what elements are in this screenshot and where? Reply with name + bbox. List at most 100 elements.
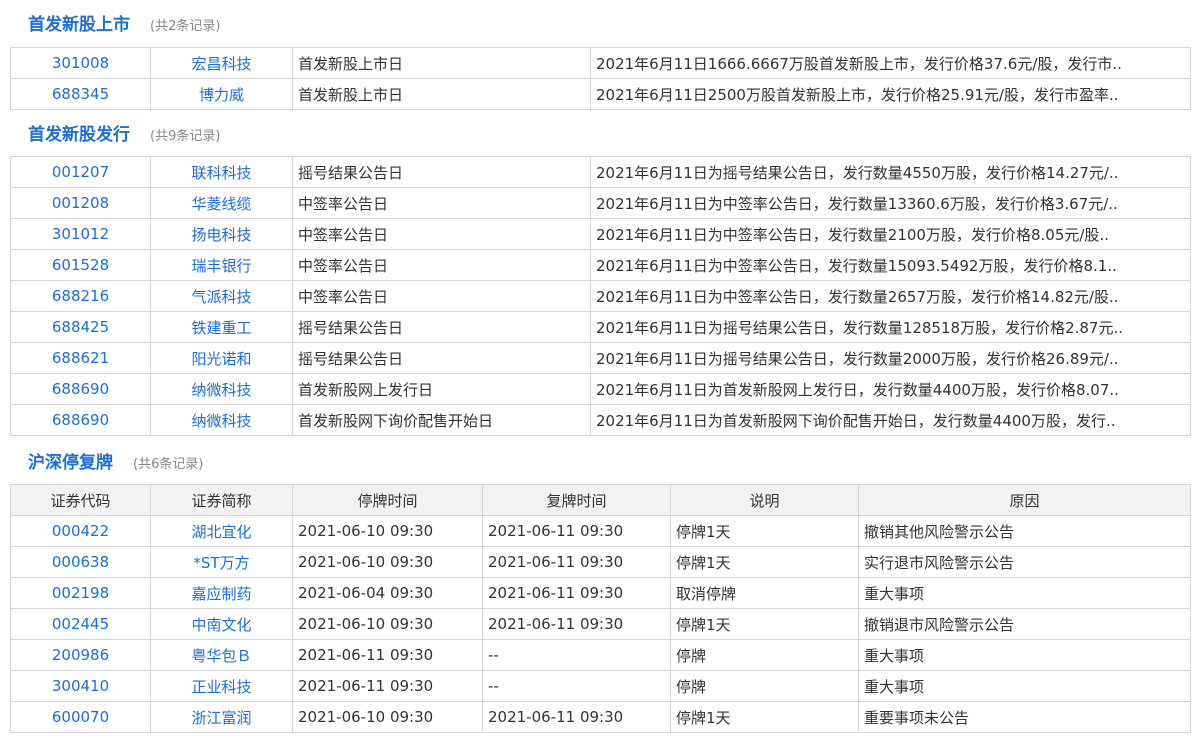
stock-name-link[interactable]: 浙江富润 [191, 709, 251, 727]
resume-time-cell: 2021-06-11 09:30 [482, 515, 671, 547]
stock-code-link[interactable]: 000422 [52, 522, 109, 540]
table-row: 002445 中南文化 2021-06-10 09:30 2021-06-11 09:… [10, 608, 1191, 640]
event-description-cell: 2021年6月11日为摇号结果公告日，发行数量2000万股，发行价格26.89元… [590, 342, 1191, 374]
stock-name-link[interactable]: 华菱线缆 [191, 195, 251, 213]
event-description-cell: 2021年6月11日为中签率公告日，发行数量2657万股，发行价格14.82元/… [590, 280, 1191, 312]
stock-name-link[interactable]: 湖北宜化 [191, 523, 251, 541]
event-type-cell: 中签率公告日 [292, 249, 591, 281]
stock-name-link[interactable]: 粤华包Ｂ [191, 647, 251, 665]
section-heading: 首发新股上市 [28, 15, 130, 35]
halt-time-cell: 2021-06-10 09:30 [292, 546, 483, 578]
resume-time-cell: -- [482, 639, 671, 671]
issuance-table: 001207 联科科技 摇号结果公告日 2021年6月11日为摇号结果公告日，发行数量… [10, 156, 1191, 436]
stock-code-link[interactable]: 688345 [52, 85, 109, 103]
stock-code-link[interactable]: 688690 [52, 411, 109, 429]
stock-name-link[interactable]: 阳光诺和 [191, 350, 251, 368]
table-row: 301008 宏昌科技 首发新股上市日 2021年6月11日1666.6667万股首发… [10, 47, 1191, 79]
stock-name-link[interactable]: 博力威 [199, 86, 244, 104]
stock-name-link[interactable]: 纳微科技 [191, 381, 251, 399]
table-row: 001208 华菱线缆 中签率公告日 2021年6月11日为中签率公告日，发行数量13… [10, 187, 1191, 219]
stock-code-link[interactable]: 301008 [52, 54, 109, 72]
record-count: (共6条记录) [133, 457, 204, 472]
stock-name-cell: 博力威 [150, 78, 293, 110]
table-row: 688690 纳微科技 首发新股网下询价配售开始日 2021年6月11日为首发新股网下… [10, 404, 1191, 436]
note-cell: 停牌 [670, 639, 859, 671]
resume-time-cell: -- [482, 670, 671, 702]
event-description-cell: 2021年6月11日为中签率公告日，发行数量15093.5492万股，发行价格8… [590, 249, 1191, 281]
table-row: 601528 瑞丰银行 中签率公告日 2021年6月11日为中签率公告日，发行数量15… [10, 249, 1191, 281]
table-row: 688690 纳微科技 首发新股网上发行日 2021年6月11日为首发新股网上发行日，… [10, 373, 1191, 405]
record-count: (共2条记录) [150, 19, 221, 34]
stock-name-link[interactable]: 联科科技 [191, 164, 251, 182]
stock-name-link[interactable]: 纳微科技 [191, 412, 251, 430]
stock-name-link[interactable]: 瑞丰银行 [191, 257, 251, 275]
stock-name-link[interactable]: 嘉应制药 [191, 585, 251, 603]
event-description-cell: 2021年6月11日为摇号结果公告日，发行数量128518万股，发行价格2.87… [590, 311, 1191, 343]
stock-code-cell: 688425 [10, 311, 151, 343]
stock-code-link[interactable]: 601528 [52, 256, 109, 274]
listing-table: 301008 宏昌科技 首发新股上市日 2021年6月11日1666.6667万股首发… [10, 47, 1191, 110]
stock-code-link[interactable]: 600070 [52, 708, 109, 726]
table-row: 000638 *ST万方 2021-06-10 09:30 2021-06-11 09… [10, 546, 1191, 578]
stock-code-link[interactable]: 200986 [52, 646, 109, 664]
event-type-cell: 中签率公告日 [292, 187, 591, 219]
stock-name-cell: 扬电科技 [150, 218, 293, 250]
event-type-cell: 首发新股网上发行日 [292, 373, 591, 405]
stock-name-link[interactable]: 铁建重工 [191, 319, 251, 337]
event-description-cell: 2021年6月11日2500万股首发新股上市，发行价格25.91元/股，发行市盈… [590, 78, 1191, 110]
note-cell: 停牌1天 [670, 701, 859, 733]
table-row: 688345 博力威 首发新股上市日 2021年6月11日2500万股首发新股上市，发… [10, 78, 1191, 110]
stock-code-cell: 301008 [10, 47, 151, 79]
halt-time-cell: 2021-06-04 09:30 [292, 577, 483, 609]
event-type-cell: 摇号结果公告日 [292, 311, 591, 343]
table-row: 001207 联科科技 摇号结果公告日 2021年6月11日为摇号结果公告日，发行数量… [10, 156, 1191, 188]
stock-code-cell: 200986 [10, 639, 151, 671]
resume-time-cell: 2021-06-11 09:30 [482, 546, 671, 578]
stock-name-cell: 浙江富润 [150, 701, 293, 733]
resume-time-cell: 2021-06-11 09:30 [482, 577, 671, 609]
reason-cell: 撤销退市风险警示公告 [858, 608, 1191, 640]
stock-code-link[interactable]: 688690 [52, 380, 109, 398]
event-type-cell: 中签率公告日 [292, 218, 591, 250]
stock-code-link[interactable]: 301012 [52, 225, 109, 243]
stock-code-link[interactable]: 002445 [52, 615, 109, 633]
stock-name-cell: 阳光诺和 [150, 342, 293, 374]
section-heading: 沪深停复牌 [28, 453, 113, 473]
stock-code-cell: 300410 [10, 670, 151, 702]
stock-name-cell: 宏昌科技 [150, 47, 293, 79]
column-header: 停牌时间 [292, 484, 483, 516]
event-description-cell: 2021年6月11日为摇号结果公告日，发行数量4550万股，发行价格14.27元… [590, 156, 1191, 188]
section-title-listing: 首发新股上市 (共2条记录) [28, 10, 220, 36]
stock-name-cell: 中南文化 [150, 608, 293, 640]
event-type-cell: 首发新股上市日 [292, 47, 591, 79]
stock-name-link[interactable]: 中南文化 [191, 616, 251, 634]
section-title-issuance: 首发新股发行 (共9条记录) [28, 120, 220, 146]
stock-name-cell: 纳微科技 [150, 373, 293, 405]
table-row: 688216 气派科技 中签率公告日 2021年6月11日为中签率公告日，发行数量26… [10, 280, 1191, 312]
stock-name-link[interactable]: 宏昌科技 [191, 55, 251, 73]
stock-name-cell: 气派科技 [150, 280, 293, 312]
table-row: 200986 粤华包Ｂ 2021-06-11 09:30 -- 停牌 重大事项 [10, 639, 1191, 671]
stock-code-link[interactable]: 688425 [52, 318, 109, 336]
stock-name-link[interactable]: *ST万方 [193, 554, 249, 572]
column-header: 证券代码 [10, 484, 151, 516]
stock-code-link[interactable]: 000638 [52, 553, 109, 571]
stock-name-link[interactable]: 气派科技 [191, 288, 251, 306]
stock-code-link[interactable]: 002198 [52, 584, 109, 602]
event-description-cell: 2021年6月11日为首发新股网上发行日，发行数量4400万股，发行价格8.07… [590, 373, 1191, 405]
table-row: 002198 嘉应制药 2021-06-04 09:30 2021-06-11 09:… [10, 577, 1191, 609]
note-cell: 停牌1天 [670, 515, 859, 547]
stock-name-cell: 铁建重工 [150, 311, 293, 343]
stock-code-link[interactable]: 300410 [52, 677, 109, 695]
stock-name-cell: 联科科技 [150, 156, 293, 188]
event-type-cell: 首发新股上市日 [292, 78, 591, 110]
stock-code-link[interactable]: 688621 [52, 349, 109, 367]
stock-name-cell: 粤华包Ｂ [150, 639, 293, 671]
stock-code-link[interactable]: 001208 [52, 194, 109, 212]
stock-code-link[interactable]: 001207 [52, 163, 109, 181]
reason-cell: 重大事项 [858, 670, 1191, 702]
stock-name-link[interactable]: 正业科技 [191, 678, 251, 696]
stock-name-link[interactable]: 扬电科技 [191, 226, 251, 244]
stock-code-link[interactable]: 688216 [52, 287, 109, 305]
event-type-cell: 摇号结果公告日 [292, 342, 591, 374]
